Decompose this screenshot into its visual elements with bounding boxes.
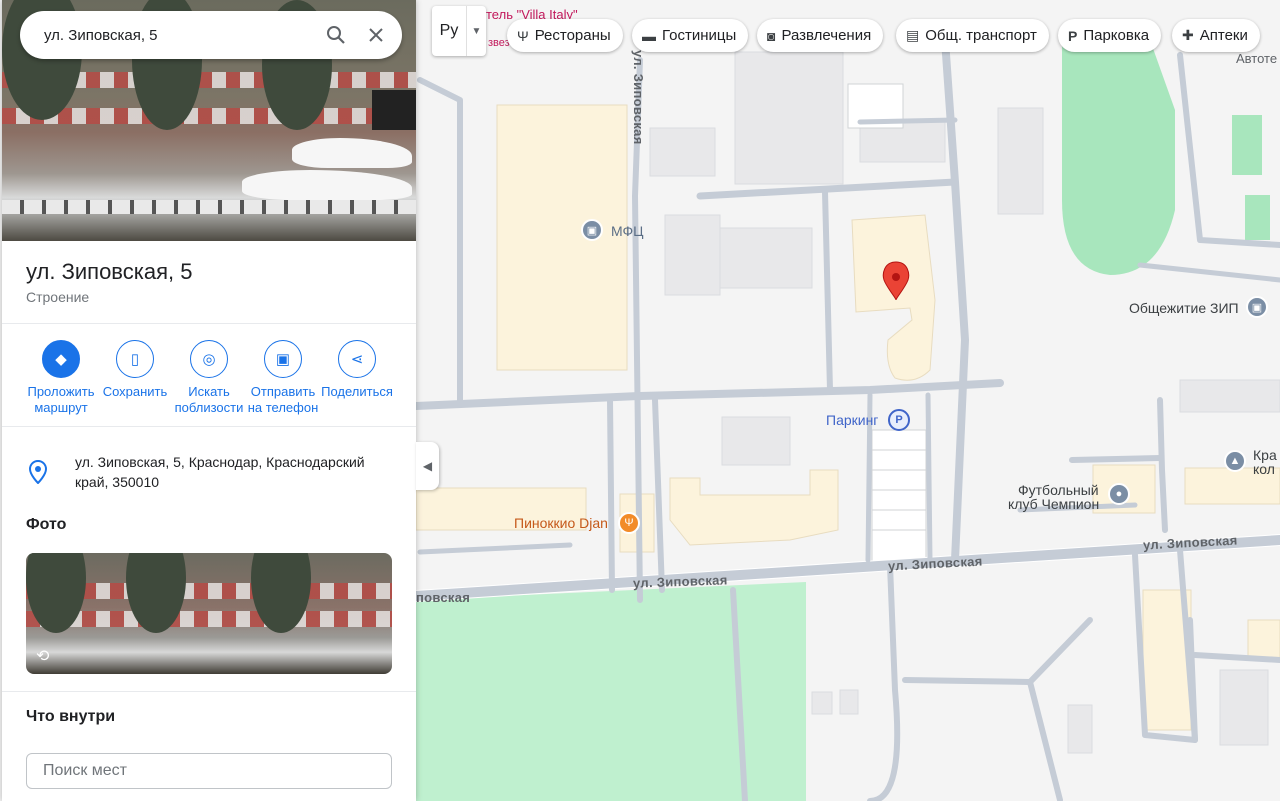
search-bar[interactable]: ул. Зиповская, 5 [20, 11, 402, 59]
chip-restaurants[interactable]: Ψ Рестораны [507, 19, 623, 52]
collapse-panel-button[interactable]: ◀ [416, 442, 439, 490]
street-label-left: повская [416, 590, 471, 605]
transit-icon: ▤ [906, 27, 920, 43]
street-view-360-icon: ⟲ [36, 648, 50, 665]
chevron-left-icon: ◀ [422, 459, 433, 473]
camera-icon: ◙ [767, 27, 776, 44]
photos-heading: Фото [26, 516, 67, 533]
sports-icon[interactable]: ● [1108, 483, 1130, 505]
restaurant-icon: Ψ [517, 27, 529, 44]
send-to-phone-button[interactable]: ▣ Отправить на телефон [246, 340, 320, 416]
poi-label-avto[interactable]: Автоте [1236, 51, 1277, 66]
address-text[interactable]: ул. Зиповская, 5, Краснодар, Краснодарск… [75, 452, 395, 492]
chip-parking[interactable]: P Парковка [1058, 19, 1162, 52]
poi-label-mfc[interactable]: МФЦ [611, 223, 644, 239]
bookmark-icon: ▯ [116, 340, 154, 378]
share-button[interactable]: ⋖ Поделиться [320, 340, 394, 400]
close-icon[interactable] [356, 15, 396, 55]
parking-badge-text: P [895, 414, 903, 426]
directions-label: Проложить маршрут [27, 384, 95, 415]
divider [2, 691, 416, 692]
parking-icon: P [1068, 27, 1078, 44]
poi-label-pinocchio[interactable]: Пиноккио Djan [514, 515, 608, 531]
poi-label-parking[interactable]: Паркинг [826, 412, 878, 428]
save-button[interactable]: ▯ Сохранить [98, 340, 172, 400]
send-to-phone-label: Отправить на телефон [247, 384, 319, 415]
poi-label-kra-2[interactable]: кол [1253, 461, 1275, 477]
chip-label: Гостиницы [662, 27, 737, 44]
nearby-icon: ◎ [190, 340, 228, 378]
place-type[interactable]: Строение [26, 289, 89, 305]
dorm-icon[interactable]: ▣ [1246, 296, 1268, 318]
street-label-vertical: ул. Зиповская [631, 50, 646, 145]
send-to-phone-icon: ▣ [264, 340, 302, 378]
parking-icon[interactable]: P [888, 409, 910, 431]
school-icon[interactable]: ▲ [1224, 450, 1246, 472]
map-language-button[interactable]: Ру ▼ [432, 6, 486, 56]
share-label: Поделиться [321, 384, 393, 399]
chip-label: Аптеки [1199, 27, 1248, 44]
chip-entertainment[interactable]: ◙ Развлечения [757, 19, 884, 52]
divider [2, 426, 416, 427]
poi-label-football-2[interactable]: клуб Чемпион [1008, 496, 1099, 512]
hotel-icon: ▬ [642, 27, 656, 44]
chevron-down-icon[interactable]: ▼ [466, 6, 486, 56]
search-icon[interactable] [316, 15, 356, 55]
nearby-button[interactable]: ◎ Искать поблизости [172, 340, 246, 416]
chip-transit[interactable]: ▤ Общ. транспорт [896, 19, 1049, 52]
share-icon: ⋖ [338, 340, 376, 378]
pharmacy-icon: ✚ [1182, 27, 1194, 43]
directions-button[interactable]: ◆ Проложить маршрут [24, 340, 98, 416]
government-office-icon[interactable]: ▣ [581, 219, 603, 241]
language-label: Ру [439, 22, 459, 39]
inside-heading: Что внутри [26, 708, 116, 725]
chip-label: Общ. транспорт [925, 27, 1037, 44]
location-pin-icon [28, 460, 48, 484]
place-title: ул. Зиповская, 5 [26, 259, 193, 284]
chip-pharmacy[interactable]: ✚ Аптеки [1172, 19, 1260, 52]
place-panel: ул. Зиповская, 5 ул. Зиповская, 5 Строен… [2, 0, 416, 801]
poi-label-dorm[interactable]: Общежитие ЗИП [1129, 300, 1239, 316]
photo-thumbnail[interactable]: ⟲ [26, 553, 392, 674]
chip-hotels[interactable]: ▬ Гостиницы [632, 19, 749, 52]
search-input[interactable]: ул. Зиповская, 5 [44, 27, 316, 44]
chip-label: Развлечения [781, 27, 872, 44]
chip-label: Рестораны [534, 27, 611, 44]
restaurant-poi-icon[interactable]: Ψ [618, 512, 640, 534]
inside-search-input[interactable]: Поиск мест [26, 753, 392, 789]
save-label: Сохранить [102, 384, 168, 399]
divider [2, 323, 416, 324]
chip-label: Парковка [1083, 27, 1150, 44]
directions-icon: ◆ [42, 340, 80, 378]
nearby-label: Искать поблизости [174, 384, 244, 415]
